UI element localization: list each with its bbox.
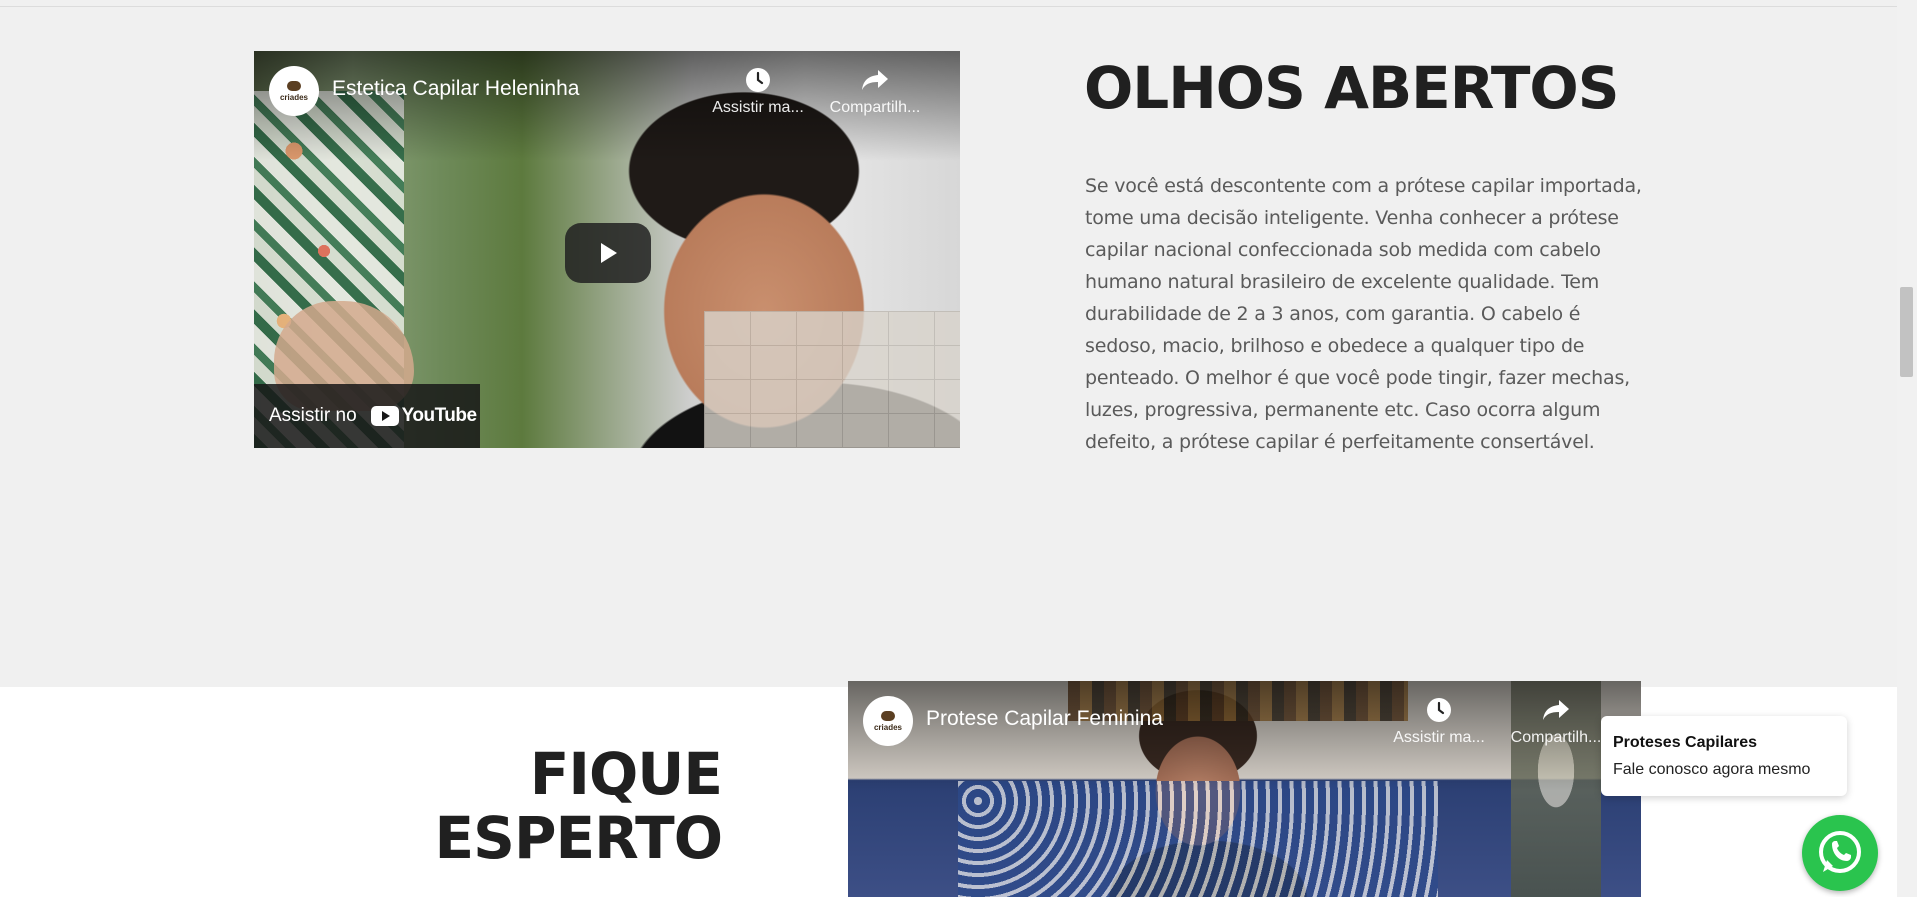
- whatsapp-popup[interactable]: Proteses Capilares Fale conosco agora me…: [1601, 716, 1847, 796]
- whatsapp-button[interactable]: [1802, 815, 1878, 891]
- logo-bubble-icon-2: [881, 710, 895, 721]
- share-icon: [820, 65, 930, 95]
- clock-icon: [703, 65, 813, 95]
- play-icon: [601, 243, 617, 263]
- share-label-2: Compartilh...: [1510, 729, 1602, 746]
- play-button[interactable]: [565, 223, 651, 283]
- channel-logo-2[interactable]: criades: [863, 696, 913, 746]
- youtube-wordmark: YouTube: [401, 405, 477, 426]
- description-paragraph: Se você está descontente com a prótese c…: [1085, 175, 1642, 453]
- youtube-logo: YouTube: [370, 405, 477, 427]
- share-button[interactable]: Compartilh...: [820, 65, 930, 117]
- channel-logo-text: criades: [279, 92, 309, 102]
- whatsapp-icon: [1819, 831, 1861, 873]
- heading-line-2: ESPERTO: [434, 804, 723, 872]
- watch-later-button-2[interactable]: Assistir ma...: [1384, 695, 1494, 747]
- channel-logo-text-2: criades: [873, 722, 903, 732]
- whatsapp-popup-subtitle: Fale conosco agora mesmo: [1613, 761, 1811, 778]
- channel-logo[interactable]: criades: [269, 66, 319, 116]
- watch-later-label: Assistir ma...: [712, 99, 804, 116]
- video-title-2[interactable]: Protese Capilar Feminina: [926, 707, 1163, 731]
- watch-on-label: Assistir no: [269, 405, 357, 426]
- heading-fique-esperto: FIQUE ESPERTO: [434, 740, 723, 872]
- logo-bubble-icon: [287, 80, 301, 91]
- thumbnail-tiles: [704, 311, 960, 448]
- clock-icon-2: [1384, 695, 1494, 725]
- thumbnail-pattern: [958, 781, 1438, 897]
- share-icon-2: [1501, 695, 1611, 725]
- video-embed-protese-feminina[interactable]: criades Protese Capilar Feminina Assisti…: [848, 681, 1641, 897]
- scrollbar-thumb[interactable]: [1900, 287, 1913, 377]
- watch-later-button[interactable]: Assistir ma...: [703, 65, 813, 117]
- watch-on-youtube-button[interactable]: Assistir no YouTube: [254, 384, 480, 448]
- heading-line-1: FIQUE: [529, 740, 723, 808]
- video-title[interactable]: Estetica Capilar Heleninha: [332, 77, 579, 101]
- watch-later-label-2: Assistir ma...: [1393, 729, 1485, 746]
- whatsapp-popup-title: Proteses Capilares: [1613, 734, 1758, 751]
- share-label: Compartilh...: [829, 99, 921, 116]
- share-button-2[interactable]: Compartilh...: [1501, 695, 1611, 747]
- youtube-play-icon: [370, 406, 399, 426]
- scrollbar-track[interactable]: [1897, 0, 1917, 897]
- video-embed-estetica[interactable]: criades Estetica Capilar Heleninha Assis…: [254, 51, 960, 448]
- heading-olhos-abertos: OLHOS ABERTOS: [1084, 54, 1619, 122]
